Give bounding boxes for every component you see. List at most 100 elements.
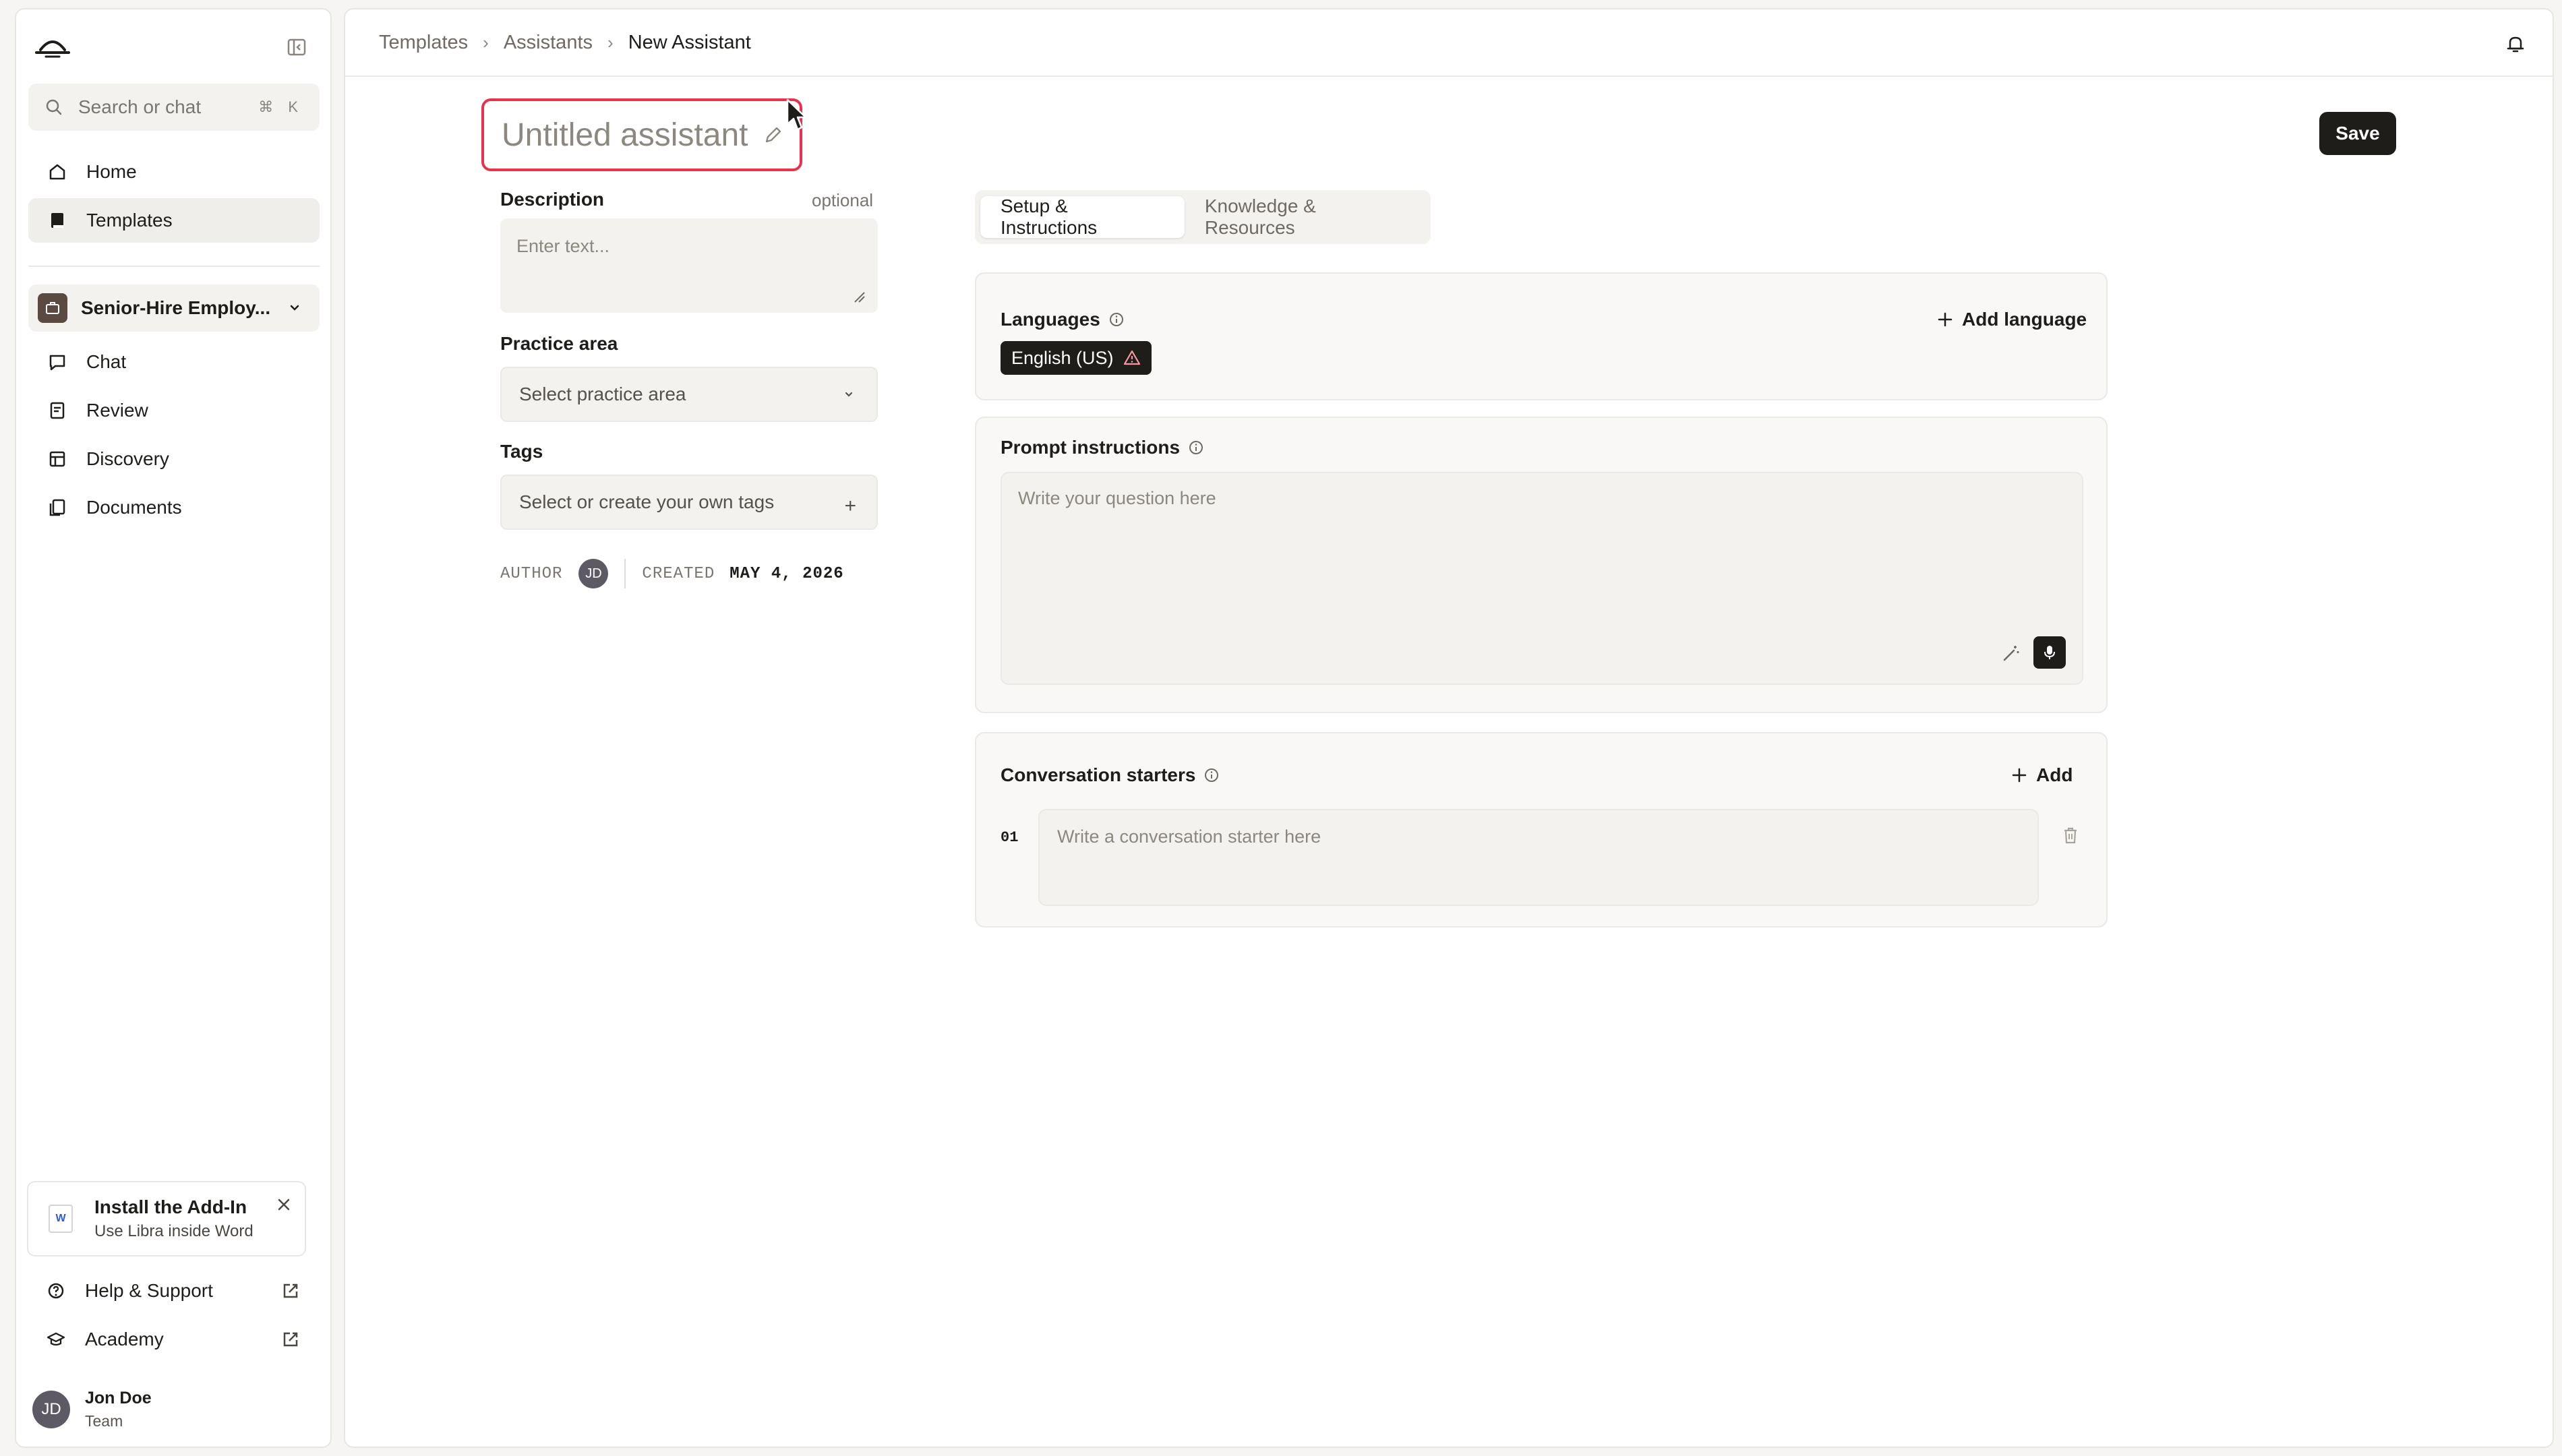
table-icon xyxy=(49,451,65,467)
sidebar-item-home[interactable]: Home xyxy=(28,150,320,194)
review-icon xyxy=(50,402,65,419)
sidebar-item-label: Help & Support xyxy=(85,1280,213,1301)
chevron-down-icon xyxy=(845,392,853,397)
info-icon[interactable] xyxy=(1188,439,1204,456)
language-chip[interactable]: English (US) xyxy=(1001,341,1152,375)
tab-knowledge-resources[interactable]: Knowledge & Resources xyxy=(1185,195,1425,238)
warning-icon xyxy=(1123,350,1140,365)
addin-title: Install the Add-In xyxy=(94,1196,247,1217)
external-link-icon xyxy=(283,1332,298,1347)
book-icon xyxy=(51,213,63,228)
resize-handle-icon[interactable] xyxy=(852,290,866,303)
created-label: CREATED xyxy=(642,564,715,583)
trash-icon[interactable] xyxy=(2060,825,2081,845)
description-label: Description xyxy=(500,189,605,210)
prompt-title: Prompt instructions xyxy=(1001,437,1204,458)
avatar: JD xyxy=(32,1391,70,1428)
workspace-avatar xyxy=(38,293,67,323)
prompt-title-text: Prompt instructions xyxy=(1001,437,1181,458)
documents-icon xyxy=(49,499,65,516)
assistant-title-input[interactable]: Untitled assistant xyxy=(481,98,802,171)
sidebar-collapse-icon[interactable] xyxy=(286,36,307,58)
languages-card: Languages Add language English (US) xyxy=(975,272,2108,400)
description-field[interactable]: Enter text... xyxy=(500,218,878,313)
add-language-button[interactable]: Add language xyxy=(1936,309,2087,330)
add-language-label: Add language xyxy=(1962,309,2087,330)
breadcrumb-assistants[interactable]: Assistants xyxy=(504,32,593,54)
prompt-placeholder: Write your question here xyxy=(1018,488,1216,508)
tags-select[interactable]: Select or create your own tags + xyxy=(500,475,878,530)
sidebar-item-review[interactable]: Review xyxy=(28,388,320,433)
tags-add-icon[interactable]: + xyxy=(844,495,856,517)
bell-icon[interactable] xyxy=(2504,32,2527,55)
prompt-instructions-card: Prompt instructions Write your question … xyxy=(975,417,2108,713)
author-label: AUTHOR xyxy=(500,564,563,583)
assistant-meta: AUTHOR JD CREATED MAY 4, 2026 xyxy=(500,557,844,590)
addin-subtitle: Use Libra inside Word xyxy=(94,1222,254,1240)
meta-divider xyxy=(624,559,626,588)
sidebar-item-chat[interactable]: Chat xyxy=(28,340,320,384)
word-icon: W xyxy=(49,1205,73,1233)
config-tabs: Setup & Instructions Knowledge & Resourc… xyxy=(975,190,1431,244)
tab-setup-instructions[interactable]: Setup & Instructions xyxy=(980,195,1185,238)
avatar: JD xyxy=(578,559,609,588)
user-name: Jon Doe xyxy=(85,1389,152,1407)
sidebar-item-help[interactable]: Help & Support xyxy=(27,1269,318,1313)
sidebar-item-templates[interactable]: Templates xyxy=(28,198,320,243)
close-icon[interactable] xyxy=(275,1196,293,1213)
search-shortcut: ⌘ K xyxy=(258,98,303,115)
magic-wand-icon[interactable] xyxy=(2001,643,2021,663)
add-starter-label: Add xyxy=(2036,764,2073,785)
tags-label: Tags xyxy=(500,441,543,462)
plus-icon xyxy=(2012,768,2027,783)
briefcase-icon xyxy=(46,302,59,314)
chat-icon xyxy=(49,355,65,371)
addin-promo-card[interactable]: W Install the Add-In Use Libra inside Wo… xyxy=(27,1181,306,1256)
plus-icon xyxy=(1938,312,1953,327)
prompt-instructions-input[interactable]: Write your question here xyxy=(1001,472,2083,685)
sidebar-item-label: Chat xyxy=(86,351,127,372)
search-input[interactable]: Search or chat ⌘ K xyxy=(28,84,320,131)
sidebar-item-label: Academy xyxy=(85,1329,164,1349)
sidebar-item-label: Templates xyxy=(86,210,173,231)
starter-number: 01 xyxy=(1001,829,1019,846)
libra-logo-icon[interactable] xyxy=(34,32,71,59)
workspace-name: Senior-Hire Employ... xyxy=(81,297,271,318)
user-role: Team xyxy=(85,1412,123,1430)
add-starter-button[interactable]: Add xyxy=(2010,764,2073,786)
breadcrumb-separator: › xyxy=(483,32,489,53)
conversation-starter-input[interactable]: Write a conversation starter here xyxy=(1038,809,2039,906)
sidebar-item-discovery[interactable]: Discovery xyxy=(28,437,320,481)
workspace-switcher[interactable]: Senior-Hire Employ... xyxy=(28,284,320,332)
breadcrumb-current: New Assistant xyxy=(628,31,751,53)
languages-title: Languages xyxy=(1001,309,1125,330)
sidebar-item-documents[interactable]: Documents xyxy=(28,485,320,530)
languages-title-text: Languages xyxy=(1001,309,1100,330)
sidebar-item-academy[interactable]: Academy xyxy=(27,1317,318,1362)
info-icon[interactable] xyxy=(1108,311,1125,328)
save-button[interactable]: Save xyxy=(2319,112,2396,155)
microphone-icon xyxy=(2044,646,2055,659)
breadcrumb-templates[interactable]: Templates xyxy=(379,32,468,54)
sidebar-item-label: Documents xyxy=(86,497,182,518)
breadcrumb-separator: › xyxy=(607,32,614,53)
assistant-title: Untitled assistant xyxy=(502,117,748,153)
language-chip-label: English (US) xyxy=(1011,347,1114,368)
info-icon[interactable] xyxy=(1203,767,1220,783)
starters-title-text: Conversation starters xyxy=(1001,764,1196,785)
sidebar-item-label: Home xyxy=(86,161,137,182)
sidebar-divider xyxy=(28,266,320,267)
tags-placeholder: Select or create your own tags xyxy=(519,491,775,512)
academy-icon xyxy=(47,1332,65,1346)
description-placeholder: Enter text... xyxy=(516,236,610,256)
practice-area-select[interactable]: Select practice area xyxy=(500,367,878,422)
user-profile[interactable]: JD Jon Doe Team xyxy=(32,1385,152,1434)
mouse-cursor-icon xyxy=(786,98,807,131)
practice-area-label: Practice area xyxy=(500,333,618,354)
help-icon xyxy=(48,1283,64,1299)
chevron-down-icon xyxy=(290,305,299,311)
starter-placeholder: Write a conversation starter here xyxy=(1057,826,1321,847)
main-panel: Templates › Assistants › New Assistant U… xyxy=(344,8,2554,1448)
microphone-button[interactable] xyxy=(2033,636,2066,669)
breadcrumb: Templates › Assistants › New Assistant xyxy=(345,9,2553,77)
